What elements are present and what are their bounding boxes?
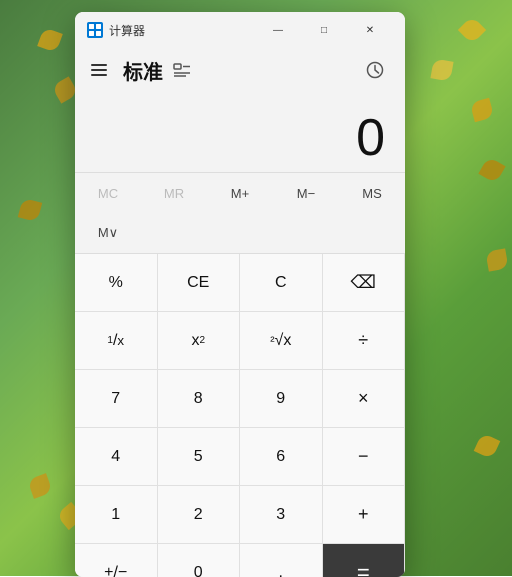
- minimize-button[interactable]: —: [255, 14, 301, 46]
- four-button[interactable]: 4: [75, 428, 158, 486]
- decimal-button[interactable]: .: [240, 544, 323, 577]
- window-controls: — □ ✕: [255, 14, 393, 46]
- nine-button[interactable]: 9: [240, 370, 323, 428]
- mc-button[interactable]: MC: [75, 173, 141, 213]
- app-icon: [87, 22, 103, 38]
- ce-button[interactable]: CE: [158, 254, 241, 312]
- eight-button[interactable]: 8: [158, 370, 241, 428]
- subtract-button[interactable]: −: [323, 428, 406, 486]
- window-title: 计算器: [109, 22, 255, 39]
- reciprocal-button[interactable]: 1/x: [75, 312, 158, 370]
- clear-button[interactable]: C: [240, 254, 323, 312]
- mr-button[interactable]: MR: [141, 173, 207, 213]
- menu-button[interactable]: [91, 60, 111, 80]
- calc-mode-title: 标准: [123, 56, 163, 85]
- percent-button[interactable]: %: [75, 254, 158, 312]
- six-button[interactable]: 6: [240, 428, 323, 486]
- sqrt-button[interactable]: ²√x: [240, 312, 323, 370]
- square-button[interactable]: x2: [158, 312, 241, 370]
- two-button[interactable]: 2: [158, 486, 241, 544]
- history-button[interactable]: [361, 56, 389, 84]
- equals-button[interactable]: =: [323, 544, 406, 577]
- calculator-window: 计算器 — □ ✕ 标准: [75, 12, 405, 577]
- close-button[interactable]: ✕: [347, 14, 393, 46]
- seven-button[interactable]: 7: [75, 370, 158, 428]
- buttons-grid: % CE C ⌫ 1/x x2 ²√x ÷ 7 8 9 × 4 5 6 − 1 …: [75, 253, 405, 577]
- add-button[interactable]: +: [323, 486, 406, 544]
- multiply-button[interactable]: ×: [323, 370, 406, 428]
- negate-button[interactable]: +/−: [75, 544, 158, 577]
- one-button[interactable]: 1: [75, 486, 158, 544]
- display-area: 0: [75, 92, 405, 172]
- mminus-button[interactable]: M−: [273, 173, 339, 213]
- backspace-button[interactable]: ⌫: [323, 254, 406, 312]
- ms-button[interactable]: MS: [339, 173, 405, 213]
- three-button[interactable]: 3: [240, 486, 323, 544]
- divide-button[interactable]: ÷: [323, 312, 406, 370]
- maximize-button[interactable]: □: [301, 14, 347, 46]
- mplus-button[interactable]: M+: [207, 173, 273, 213]
- mv-button[interactable]: M∨: [75, 213, 141, 253]
- calc-header: 标准: [75, 48, 405, 92]
- mode-icon[interactable]: [171, 59, 193, 81]
- memory-row: MC MR M+ M− MS M∨: [75, 172, 405, 253]
- five-button[interactable]: 5: [158, 428, 241, 486]
- display-value: 0: [356, 112, 385, 164]
- title-bar: 计算器 — □ ✕: [75, 12, 405, 48]
- zero-button[interactable]: 0: [158, 544, 241, 577]
